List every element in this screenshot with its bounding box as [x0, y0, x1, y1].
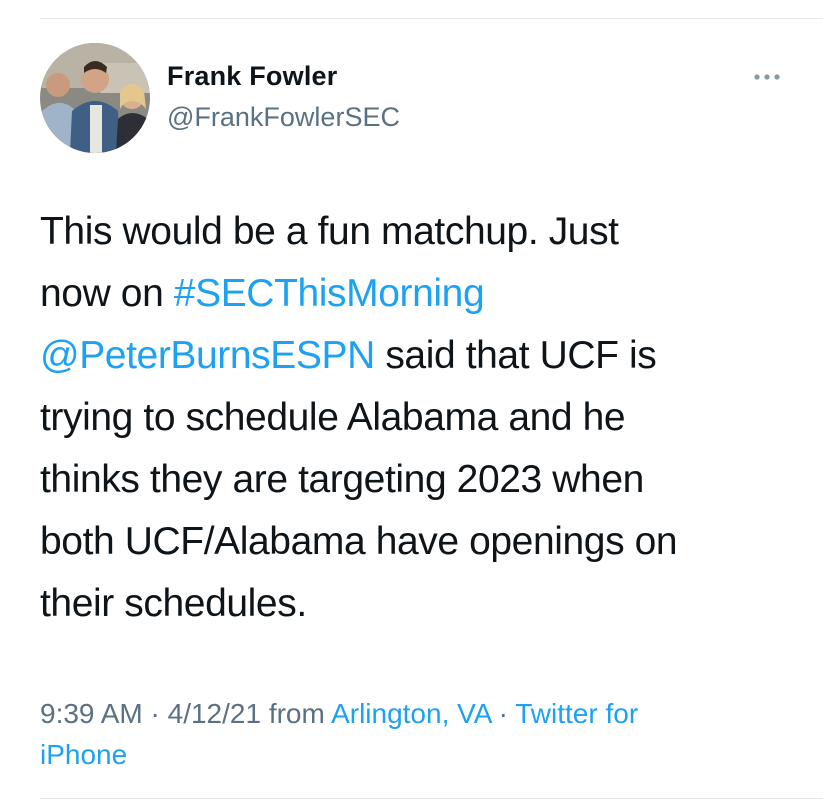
bottom-divider: [40, 798, 823, 799]
more-horizontal-icon[interactable]: [752, 62, 782, 92]
source-link-continued[interactable]: iPhone: [40, 739, 127, 770]
avatar[interactable]: [40, 43, 150, 153]
tweet-metadata: 9:39 AM · 4/12/21 from Arlington, VA · T…: [40, 693, 800, 775]
tweet-line: thinks they are targeting 2023 when: [40, 458, 644, 501]
tweet-line: now on #SECThisMorning: [40, 263, 800, 325]
profile-photo: [40, 43, 150, 153]
tweet-text-segment: said that UCF is: [374, 334, 657, 377]
separator-dot: ·: [142, 698, 168, 729]
hashtag-link[interactable]: #SECThisMorning: [174, 272, 485, 315]
tweet-line: trying to schedule Alabama and he: [40, 396, 626, 439]
tweet-text: This would be a fun matchup. Just now on…: [40, 201, 800, 635]
tweet-text-segment: now on: [40, 272, 174, 315]
tweet-line: This would be a fun matchup. Just: [40, 210, 619, 253]
author-display-name[interactable]: Frank Fowler: [167, 61, 337, 92]
author-handle[interactable]: @FrankFowlerSEC: [167, 102, 400, 133]
tweet-date[interactable]: 4/12/21: [168, 698, 261, 729]
tweet-time[interactable]: 9:39 AM: [40, 698, 143, 729]
top-divider: [40, 18, 823, 19]
source-link[interactable]: Twitter for: [515, 698, 638, 729]
location-link[interactable]: Arlington, VA: [331, 698, 491, 729]
from-label: from: [261, 698, 332, 729]
separator-dot: ·: [490, 698, 516, 729]
tweet-line: @PeterBurnsESPN said that UCF is: [40, 325, 800, 387]
tweet-line: both UCF/Alabama have openings on: [40, 520, 678, 563]
meta-line: 9:39 AM · 4/12/21 from Arlington, VA · T…: [40, 693, 800, 734]
tweet-line: their schedules.: [40, 582, 307, 625]
mention-link[interactable]: @PeterBurnsESPN: [40, 334, 375, 377]
meta-line: iPhone: [40, 734, 800, 775]
